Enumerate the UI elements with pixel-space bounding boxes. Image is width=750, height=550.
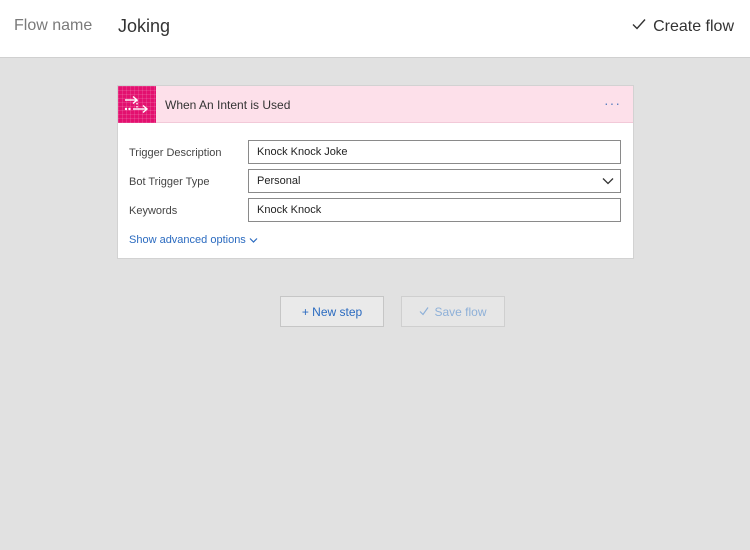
create-flow-label: Create flow (653, 17, 734, 35)
flow-name-input[interactable]: Joking (118, 16, 170, 37)
trigger-card-header[interactable]: When An Intent is Used ··· (118, 86, 633, 123)
keywords-label: Keywords (129, 205, 178, 217)
more-options-icon[interactable]: ··· (604, 95, 621, 111)
bot-trigger-type-label: Bot Trigger Type (129, 176, 210, 188)
trigger-card: When An Intent is Used ··· Trigger Descr… (117, 85, 634, 259)
new-step-label: + New step (301, 304, 363, 319)
chevron-down-icon (249, 237, 258, 243)
chevron-down-icon (602, 178, 614, 185)
show-advanced-options-label: Show advanced options (129, 234, 246, 246)
trigger-card-title: When An Intent is Used (165, 98, 291, 112)
bot-trigger-type-select[interactable]: Personal (248, 169, 621, 193)
bot-trigger-type-value: Personal (257, 175, 301, 187)
new-step-button[interactable]: + New step (280, 296, 384, 327)
create-flow-button[interactable]: Create flow (631, 16, 734, 37)
save-flow-label: Save flow (434, 304, 487, 319)
header-bar: Flow name Joking Create flow (0, 0, 750, 58)
save-flow-button[interactable]: Save flow (401, 296, 505, 327)
flow-arrows-icon (118, 86, 156, 123)
checkmark-icon (631, 16, 647, 37)
trigger-description-input[interactable]: Knock Knock Joke (248, 140, 621, 164)
flow-name-label: Flow name (14, 17, 93, 34)
keywords-input[interactable]: Knock Knock (248, 198, 621, 222)
show-advanced-options-link[interactable]: Show advanced options (129, 234, 258, 246)
checkmark-icon (419, 305, 429, 319)
trigger-description-label: Trigger Description (129, 147, 222, 159)
